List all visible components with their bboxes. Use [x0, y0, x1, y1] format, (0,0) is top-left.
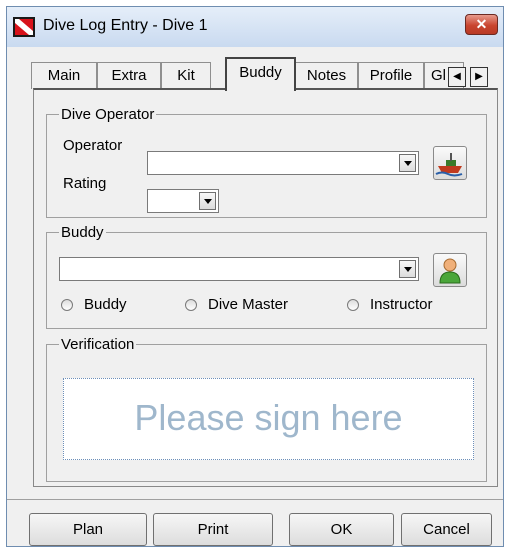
dive-boat-icon	[435, 153, 463, 177]
title-bar: Dive Log Entry - Dive 1 ✕	[7, 7, 503, 47]
radio-dive-master[interactable]	[185, 299, 197, 311]
close-button[interactable]: ✕	[465, 14, 498, 35]
operator-label: Operator	[63, 137, 123, 154]
rating-label: Rating	[63, 175, 107, 192]
dive-log-window: Dive Log Entry - Dive 1 ✕ Main Extra Kit…	[6, 6, 504, 547]
tab-scroll-left-icon[interactable]: ◀	[448, 67, 466, 87]
radio-buddy[interactable]	[61, 299, 73, 311]
chevron-down-icon[interactable]	[399, 154, 416, 172]
button-separator	[7, 499, 503, 500]
tab-scroll-right-icon[interactable]: ▶	[470, 67, 488, 87]
plan-button[interactable]: Plan	[29, 513, 147, 546]
buddy-group: Buddy Buddy Dive Master Instructor	[46, 224, 487, 329]
dive-operator-group: Dive Operator Operator Rating	[46, 106, 487, 218]
print-button[interactable]: Print	[153, 513, 273, 546]
chevron-down-icon[interactable]	[199, 192, 216, 210]
tab-extra[interactable]: Extra	[97, 62, 161, 89]
cancel-button[interactable]: Cancel	[401, 513, 492, 546]
close-icon: ✕	[475, 16, 488, 32]
rating-combo[interactable]	[147, 189, 219, 213]
tab-main[interactable]: Main	[31, 62, 97, 89]
radio-buddy-label: Buddy	[84, 296, 127, 313]
signature-placeholder: Please sign here	[134, 397, 403, 438]
buddy-legend: Buddy	[61, 224, 104, 241]
tab-notes[interactable]: Notes	[295, 62, 358, 89]
radio-instructor-label: Instructor	[370, 296, 433, 313]
buddy-tab-panel: Dive Operator Operator Rating Buddy Budd…	[33, 88, 498, 487]
radio-dive-master-label: Dive Master	[208, 296, 289, 313]
verification-legend: Verification	[61, 336, 135, 353]
ok-button[interactable]: OK	[289, 513, 394, 546]
buddy-contact-button[interactable]	[433, 253, 467, 287]
chevron-down-icon[interactable]	[399, 260, 416, 278]
dive-operator-legend: Dive Operator	[61, 106, 155, 123]
signature-pad[interactable]: Please sign here	[63, 378, 474, 460]
verification-group: Verification Please sign here	[46, 336, 487, 482]
radio-instructor[interactable]	[347, 299, 359, 311]
tab-kit[interactable]: Kit	[161, 62, 211, 89]
dive-boat-button[interactable]	[433, 146, 467, 180]
person-icon	[439, 258, 461, 284]
operator-combo[interactable]	[147, 151, 419, 175]
app-flag-icon	[13, 17, 35, 37]
window-title: Dive Log Entry - Dive 1	[43, 17, 208, 34]
tab-profile[interactable]: Profile	[358, 62, 424, 89]
buddy-combo[interactable]	[59, 257, 419, 281]
tab-buddy[interactable]: Buddy	[225, 57, 296, 91]
